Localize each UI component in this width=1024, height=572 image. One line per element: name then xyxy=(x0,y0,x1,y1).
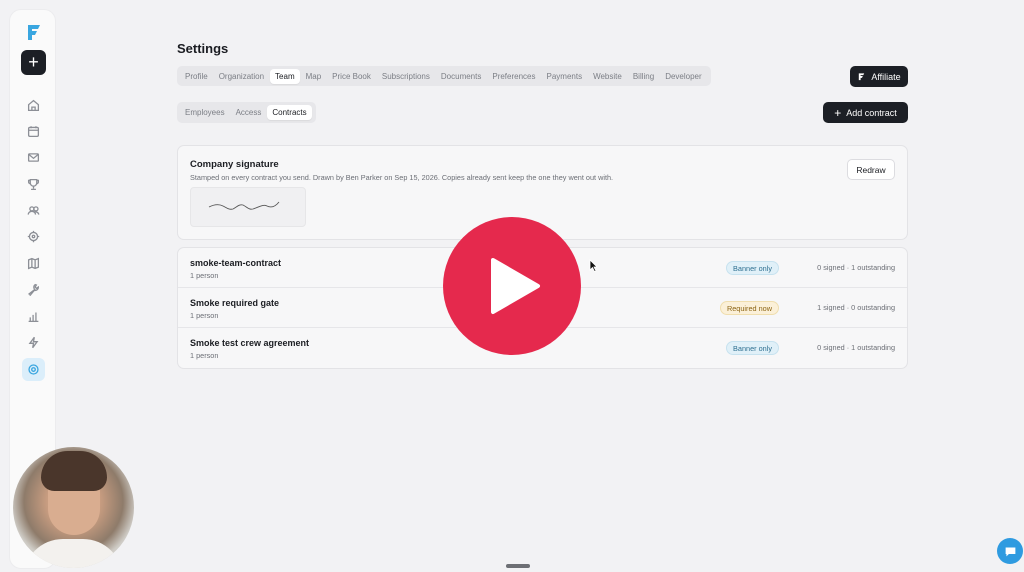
calendar-icon[interactable] xyxy=(23,121,43,141)
lightning-icon[interactable] xyxy=(23,332,43,352)
tab-price-book[interactable]: Price Book xyxy=(327,69,376,84)
subtab-access[interactable]: Access xyxy=(231,105,267,120)
signature-stroke xyxy=(208,201,280,210)
affiliate-button[interactable]: Affiliate xyxy=(850,66,908,87)
tab-preferences[interactable]: Preferences xyxy=(487,69,540,84)
page-title: Settings xyxy=(177,41,229,56)
redraw-button[interactable]: Redraw xyxy=(847,159,895,180)
mail-icon[interactable] xyxy=(23,147,43,167)
tab-map[interactable]: Map xyxy=(301,69,327,84)
team-icon[interactable] xyxy=(23,200,43,220)
contract-stats: 0 signed · 1 outstanding xyxy=(817,343,895,352)
settings-icon[interactable] xyxy=(22,358,45,381)
contract-name: Smoke test crew agreement xyxy=(190,338,310,348)
contract-name: Smoke required gate xyxy=(190,298,280,308)
create-new-button[interactable]: + xyxy=(21,50,46,75)
chat-icon xyxy=(1005,546,1015,556)
team-subtab-bar: Employees Access Contracts xyxy=(177,102,316,123)
tab-documents[interactable]: Documents xyxy=(436,69,486,84)
contract-people: 1 person xyxy=(190,351,219,360)
signature-title: Company signature xyxy=(190,159,279,170)
contract-people: 1 person xyxy=(190,271,219,280)
add-contract-button[interactable]: + Add contract xyxy=(823,102,908,123)
tab-team[interactable]: Team xyxy=(270,68,300,84)
webcam-presenter-avatar xyxy=(13,447,134,568)
status-badge: Banner only xyxy=(726,341,779,355)
target-icon[interactable] xyxy=(23,226,43,246)
contract-stats: 1 signed · 0 outstanding xyxy=(817,303,895,312)
video-play-button[interactable] xyxy=(443,217,581,355)
affiliate-logo-icon xyxy=(859,73,865,81)
app-logo-icon[interactable] xyxy=(24,22,44,42)
status-badge: Banner only xyxy=(726,261,779,275)
trophy-icon[interactable] xyxy=(23,174,43,194)
signature-description: Stamped on every contract you send. Draw… xyxy=(190,173,614,182)
contract-stats: 0 signed · 1 outstanding xyxy=(817,263,895,272)
support-chat-button[interactable] xyxy=(997,538,1023,564)
play-icon xyxy=(491,258,540,314)
signature-preview xyxy=(190,187,306,227)
status-badge: Required now xyxy=(719,301,779,315)
chart-icon[interactable] xyxy=(23,306,43,326)
tab-website[interactable]: Website xyxy=(588,69,627,84)
contract-name: smoke-team-contract xyxy=(190,258,282,268)
plus-icon: + xyxy=(834,105,842,120)
tab-organization[interactable]: Organization xyxy=(214,69,269,84)
tab-subscriptions[interactable]: Subscriptions xyxy=(377,69,435,84)
map-icon[interactable] xyxy=(23,253,43,273)
affiliate-label: Affiliate xyxy=(871,71,901,82)
settings-tab-bar: Profile Organization Team Map Price Book… xyxy=(177,66,711,86)
tab-developer[interactable]: Developer xyxy=(660,69,706,84)
drag-handle[interactable] xyxy=(506,564,530,568)
subtab-contracts[interactable]: Contracts xyxy=(267,105,312,120)
contract-people: 1 person xyxy=(190,311,219,320)
wrench-icon[interactable] xyxy=(23,279,43,299)
tab-payments[interactable]: Payments xyxy=(542,69,588,84)
subtab-employees[interactable]: Employees xyxy=(180,105,230,120)
mouse-cursor-icon xyxy=(589,259,598,272)
tab-profile[interactable]: Profile xyxy=(180,69,213,84)
tab-billing[interactable]: Billing xyxy=(628,69,659,84)
home-icon[interactable] xyxy=(23,95,43,115)
add-contract-label: Add contract xyxy=(846,107,897,118)
